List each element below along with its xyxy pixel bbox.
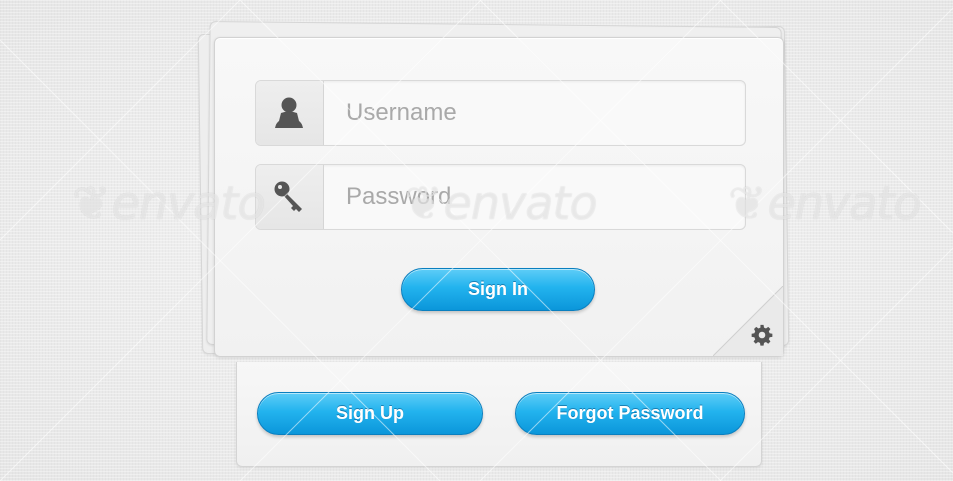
password-icon-box <box>256 165 324 229</box>
forgot-password-button[interactable]: Forgot Password <box>515 392 745 435</box>
user-icon <box>275 97 303 128</box>
login-card: Sign In <box>214 37 784 357</box>
username-field <box>255 80 746 146</box>
gear-icon[interactable] <box>751 324 773 346</box>
sign-in-button[interactable]: Sign In <box>401 268 595 311</box>
password-field <box>255 164 746 230</box>
username-icon-box <box>256 81 324 145</box>
username-input[interactable] <box>324 81 745 145</box>
secondary-actions-panel: Sign Up Forgot Password <box>236 362 762 467</box>
sign-up-button[interactable]: Sign Up <box>257 392 483 435</box>
password-input[interactable] <box>324 165 745 229</box>
key-icon <box>274 181 302 212</box>
